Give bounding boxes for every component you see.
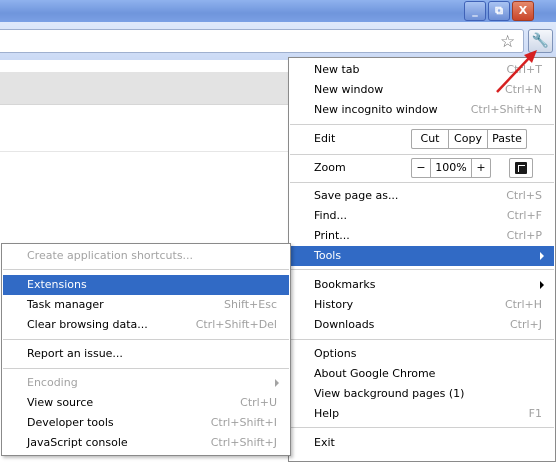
annotation-arrow xyxy=(496,50,537,93)
